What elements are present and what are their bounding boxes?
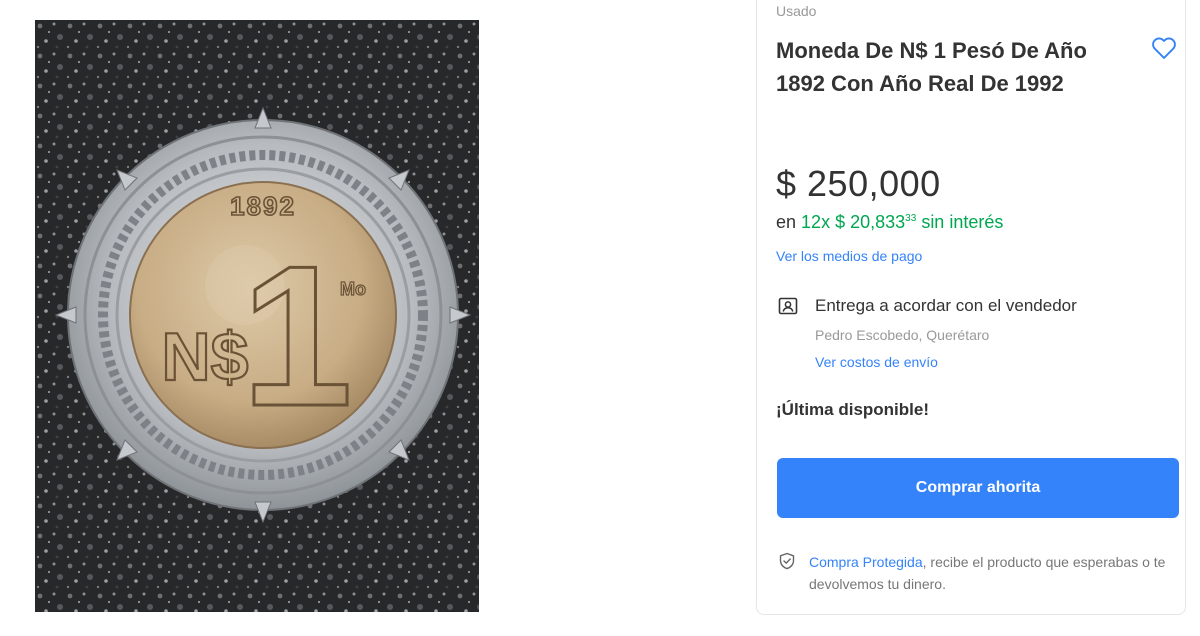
condition-label: Usado xyxy=(776,3,817,19)
installments-prefix: en xyxy=(776,212,797,232)
person-card-icon xyxy=(778,297,798,315)
protected-purchase-link[interactable]: Compra Protegida xyxy=(809,554,923,570)
coin-value: 1 xyxy=(241,225,352,448)
shipping-title: Entrega a acordar con el vendedor xyxy=(815,296,1077,315)
installments-suffix: sin interés xyxy=(921,212,1004,232)
product-title: Moneda De N$ 1 Pesó De Año 1892 Con Año … xyxy=(776,38,1087,96)
coin-mint-mark: Mo xyxy=(340,279,366,299)
shipping-location: Pedro Escobedo, Querétaro xyxy=(815,327,990,343)
purchase-protection: Compra Protegida, recibe el producto que… xyxy=(809,551,1169,595)
coin-denomination: N$ xyxy=(162,319,249,395)
installments-count: 12x xyxy=(801,212,831,232)
coin-photo: 1892 N$ 1 Mo xyxy=(35,20,479,612)
product-image[interactable]: 1892 N$ 1 Mo xyxy=(35,20,479,612)
installments-offer: 12x $ 20,83333 sin interés xyxy=(801,212,1003,232)
payment-methods-link[interactable]: Ver los medios de pago xyxy=(776,248,922,264)
product-page: 1892 N$ 1 Mo Usado Moneda De N$ 1 Pesó D… xyxy=(0,0,1200,636)
shipping-costs-link[interactable]: Ver costos de envío xyxy=(815,354,938,370)
coin-year: 1892 xyxy=(230,191,296,221)
installments-cents: 33 xyxy=(905,213,917,224)
heart-outline-icon xyxy=(1152,37,1176,59)
price: $ 250,000 xyxy=(776,163,941,204)
stock-label: ¡Última disponible! xyxy=(776,400,929,419)
installments: en 12x $ 20,83333 sin interés xyxy=(776,212,1003,233)
shield-check-icon xyxy=(778,552,796,570)
installments-amount: $ 20,833 xyxy=(835,212,906,232)
buy-now-button[interactable]: Comprar ahorita xyxy=(777,458,1179,518)
favorite-button[interactable] xyxy=(1150,34,1178,62)
